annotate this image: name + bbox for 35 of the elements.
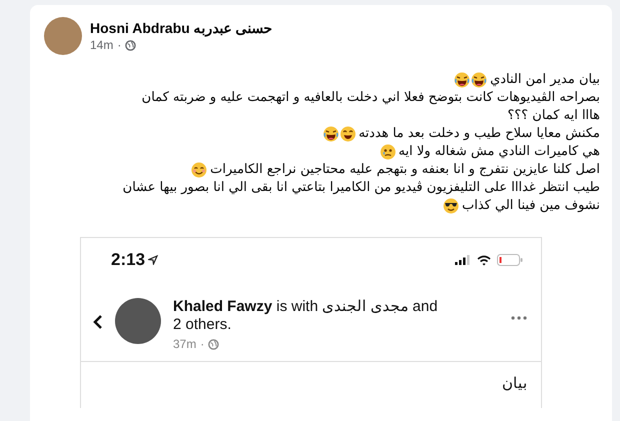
- laughing-emoji-icon: [322, 126, 339, 142]
- separator-dot: ·: [116, 38, 122, 52]
- post-text-line: بصراحه الڤيديوهات كانت بتوضح فعلا اني دخلت بالعافيه و اتهجمت عليه و ضربته كمان: [142, 89, 600, 107]
- battery-icon: [497, 254, 523, 266]
- clock: 2:13: [111, 250, 146, 270]
- tagged-others-link[interactable]: 2 others.: [173, 316, 499, 334]
- laughing-emoji-icon: [471, 72, 488, 88]
- post-text-line: بيان مدير امن النادي: [490, 71, 600, 89]
- avatar[interactable]: [115, 298, 161, 344]
- author-name[interactable]: Hosni Abdrabu حسنى عبدربه: [90, 20, 273, 36]
- post-text-line: مكنش معايا سلاح طيب و دخلت بعد ما هددته: [358, 125, 600, 143]
- globe-icon: [208, 338, 220, 350]
- back-chevron-icon[interactable]: [93, 314, 103, 330]
- signal-icon: [455, 255, 471, 265]
- more-options-icon[interactable]: [511, 316, 527, 320]
- tearful-emoji-icon: [380, 144, 396, 160]
- post-text-line: نشوف مين فينا الي كذاب: [462, 197, 600, 215]
- location-arrow-icon: [148, 255, 158, 265]
- avatar[interactable]: [44, 17, 82, 55]
- post-text-line: طيب انتظر غدااا على التليفزيون ڤيديو من الكاميرا بتاعتي انا بقى الي انا بصور بيها عشان: [122, 179, 600, 197]
- tagged-text: is with مجدى الجندى and: [276, 298, 438, 315]
- globe-icon: [125, 40, 136, 50]
- post-text: بيان: [501, 374, 528, 392]
- sunglasses-emoji-icon: [442, 198, 459, 214]
- separator-dot: ·: [199, 337, 206, 351]
- author-name[interactable]: Khaled Fawzy: [173, 298, 272, 315]
- post-time: 37m: [173, 337, 196, 351]
- post-text-line: هي كاميرات النادي مش شغاله ولا ايه: [398, 143, 600, 161]
- post-time[interactable]: 14m: [90, 38, 114, 52]
- wifi-icon: [477, 254, 491, 266]
- grinning-emoji-icon: [340, 126, 356, 142]
- post-text-line: هااا ايه كمان ؟؟؟: [507, 107, 600, 125]
- smiling-emoji-icon: [191, 162, 208, 178]
- post-text-line: اصل كلنا عايزين نتفرج و انا بعنفه و بتهجم عليه محتاجين نراجع الكاميرات: [210, 161, 600, 179]
- laughing-emoji-icon: [454, 72, 470, 88]
